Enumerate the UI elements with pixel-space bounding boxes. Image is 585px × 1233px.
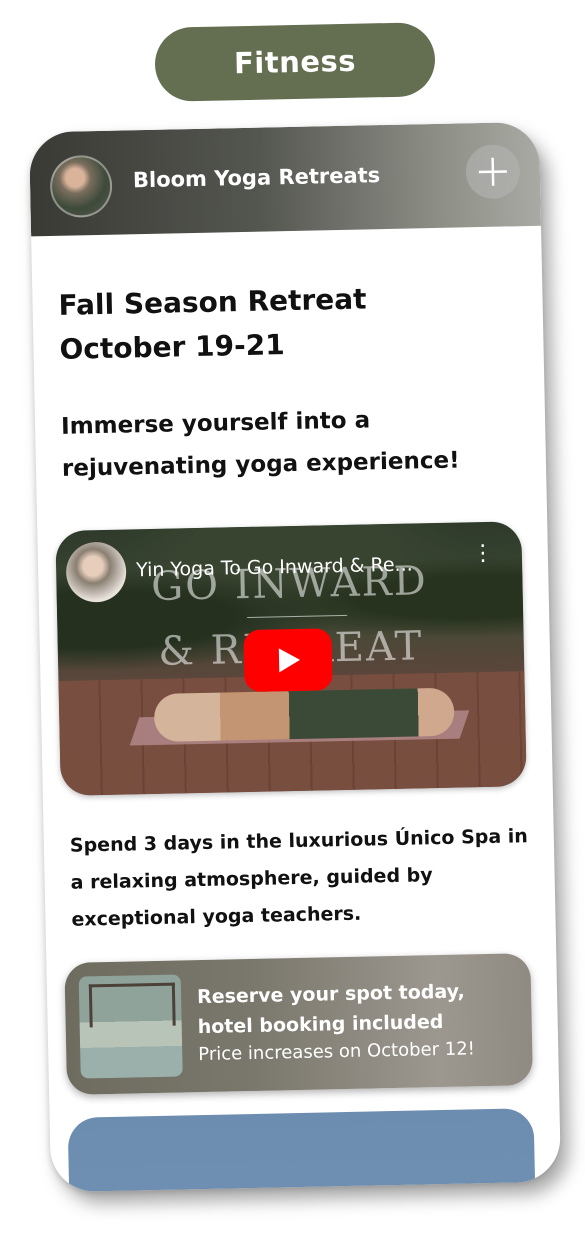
description: Spend 3 days in the luxurious Único Spa … bbox=[69, 825, 529, 931]
video-person bbox=[153, 687, 455, 742]
category-pill: Fitness bbox=[154, 22, 436, 102]
reserve-card[interactable]: Reserve your spot today, hotel booking i… bbox=[64, 953, 534, 1095]
brand-name: Bloom Yoga Retreats bbox=[132, 163, 381, 193]
card-header: Bloom Yoga Retreats bbox=[28, 121, 542, 237]
phone-card: Bloom Yoga Retreats Fall Season Retreat … bbox=[28, 121, 562, 1193]
promo-subtitle: Price increases on October 12! bbox=[198, 1038, 476, 1066]
promo-thumbnail bbox=[78, 974, 183, 1079]
plus-icon bbox=[478, 157, 507, 186]
more-options-icon[interactable]: ⋮ bbox=[472, 541, 495, 574]
avatar[interactable] bbox=[49, 154, 113, 219]
play-icon bbox=[278, 648, 301, 673]
tagline: Immerse yourself into a rejuvenating yog… bbox=[60, 407, 460, 482]
video-player[interactable]: GO INWARD & RETREAT Yin Yoga To Go Inwar… bbox=[55, 521, 527, 796]
page-title: Fall Season Retreat October 19-21 bbox=[58, 275, 500, 372]
promo-title: Reserve your spot today, hotel booking i… bbox=[196, 980, 465, 1039]
add-button[interactable] bbox=[465, 144, 521, 200]
title-line-2: October 19-21 bbox=[59, 328, 285, 366]
next-card[interactable] bbox=[67, 1108, 537, 1193]
play-button[interactable] bbox=[243, 628, 333, 693]
